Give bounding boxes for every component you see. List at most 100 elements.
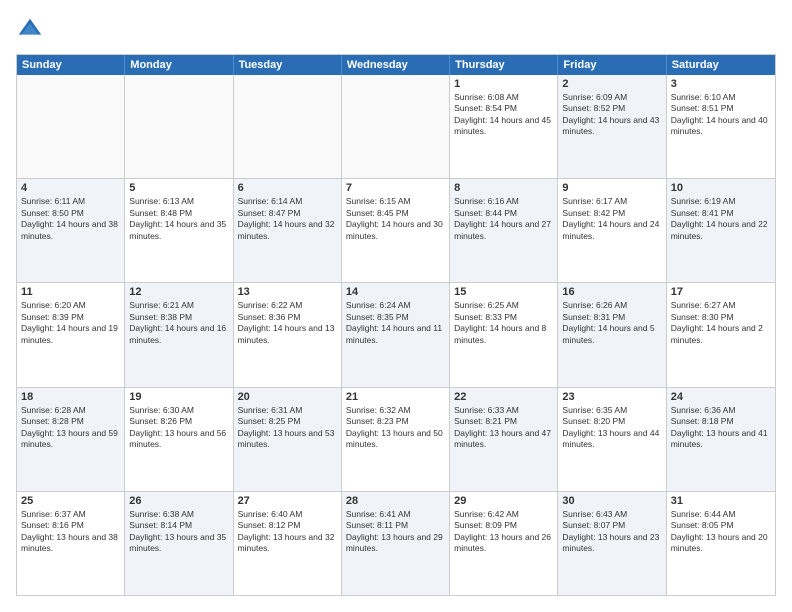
day-number: 23 [562,391,661,403]
cell-info: Sunrise: 6:44 AM Sunset: 8:05 PM Dayligh… [671,509,771,555]
calendar-cell: 7 Sunrise: 6:15 AM Sunset: 8:45 PM Daylig… [342,179,450,282]
calendar: SundayMondayTuesdayWednesdayThursdayFrid… [16,54,776,596]
day-number: 16 [562,286,661,298]
day-number: 4 [21,182,120,194]
day-number: 19 [129,391,228,403]
cell-info: Sunrise: 6:42 AM Sunset: 8:09 PM Dayligh… [454,509,553,555]
calendar-cell: 12 Sunrise: 6:21 AM Sunset: 8:38 PM Dayli… [125,283,233,386]
calendar-cell: 26Sunrise: 6:38 AM Sunset: 8:14 PM Dayli… [125,492,233,595]
calendar-cell: 20 Sunrise: 6:31 AM Sunset: 8:25 PM Dayli… [234,388,342,491]
cell-info: Sunrise: 6:37 AM Sunset: 8:16 PM Dayligh… [21,509,120,555]
calendar-cell: 8 Sunrise: 6:16 AM Sunset: 8:44 PM Daylig… [450,179,558,282]
day-number: 25 [21,495,120,507]
cell-info: Sunrise: 6:17 AM Sunset: 8:42 PM Dayligh… [562,196,661,242]
day-number: 20 [238,391,337,403]
calendar-cell: 6Sunrise: 6:14 AM Sunset: 8:47 PM Daylig… [234,179,342,282]
calendar-cell: 25 Sunrise: 6:37 AM Sunset: 8:16 PM Dayli… [17,492,125,595]
weekday-header-friday: Friday [558,55,666,75]
calendar-page: SundayMondayTuesdayWednesdayThursdayFrid… [0,0,792,612]
calendar-cell: 27Sunrise: 6:40 AM Sunset: 8:12 PM Dayli… [234,492,342,595]
day-number: 14 [346,286,445,298]
cell-info: Sunrise: 6:27 AM Sunset: 8:30 PM Dayligh… [671,300,771,346]
calendar-row-2: 4 Sunrise: 6:11 AM Sunset: 8:50 PM Daylig… [17,178,775,282]
day-number: 24 [671,391,771,403]
day-number: 22 [454,391,553,403]
cell-info: Sunrise: 6:41 AM Sunset: 8:11 PM Dayligh… [346,509,445,555]
day-number: 7 [346,182,445,194]
day-number: 26 [129,495,228,507]
calendar-cell: 29 Sunrise: 6:42 AM Sunset: 8:09 PM Dayli… [450,492,558,595]
calendar-row-3: 11 Sunrise: 6:20 AM Sunset: 8:39 PM Dayli… [17,282,775,386]
calendar-cell: 28Sunrise: 6:41 AM Sunset: 8:11 PM Dayli… [342,492,450,595]
calendar-cell: 14 Sunrise: 6:24 AM Sunset: 8:35 PM Dayli… [342,283,450,386]
calendar-body: 1Sunrise: 6:08 AM Sunset: 8:54 PM Daylig… [17,75,775,595]
calendar-cell: 15 Sunrise: 6:25 AM Sunset: 8:33 PM Dayli… [450,283,558,386]
cell-info: Sunrise: 6:15 AM Sunset: 8:45 PM Dayligh… [346,196,445,242]
weekday-header-sunday: Sunday [17,55,125,75]
day-number: 6 [238,182,337,194]
cell-info: Sunrise: 6:26 AM Sunset: 8:31 PM Dayligh… [562,300,661,346]
cell-info: Sunrise: 6:21 AM Sunset: 8:38 PM Dayligh… [129,300,228,346]
calendar-cell: 24 Sunrise: 6:36 AM Sunset: 8:18 PM Dayli… [667,388,775,491]
calendar-cell: 16 Sunrise: 6:26 AM Sunset: 8:31 PM Dayli… [558,283,666,386]
day-number: 30 [562,495,661,507]
day-number: 15 [454,286,553,298]
calendar-cell [342,75,450,178]
day-number: 21 [346,391,445,403]
calendar-header: SundayMondayTuesdayWednesdayThursdayFrid… [17,55,775,75]
cell-info: Sunrise: 6:28 AM Sunset: 8:28 PM Dayligh… [21,405,120,451]
logo [16,16,48,44]
day-number: 3 [671,78,771,90]
calendar-cell: 5Sunrise: 6:13 AM Sunset: 8:48 PM Daylig… [125,179,233,282]
cell-info: Sunrise: 6:40 AM Sunset: 8:12 PM Dayligh… [238,509,337,555]
cell-info: Sunrise: 6:22 AM Sunset: 8:36 PM Dayligh… [238,300,337,346]
calendar-cell: 1Sunrise: 6:08 AM Sunset: 8:54 PM Daylig… [450,75,558,178]
weekday-header-wednesday: Wednesday [342,55,450,75]
calendar-cell: 13Sunrise: 6:22 AM Sunset: 8:36 PM Dayli… [234,283,342,386]
cell-info: Sunrise: 6:43 AM Sunset: 8:07 PM Dayligh… [562,509,661,555]
calendar-cell: 4 Sunrise: 6:11 AM Sunset: 8:50 PM Daylig… [17,179,125,282]
cell-info: Sunrise: 6:32 AM Sunset: 8:23 PM Dayligh… [346,405,445,451]
calendar-row-1: 1Sunrise: 6:08 AM Sunset: 8:54 PM Daylig… [17,75,775,178]
cell-info: Sunrise: 6:20 AM Sunset: 8:39 PM Dayligh… [21,300,120,346]
calendar-cell: 9Sunrise: 6:17 AM Sunset: 8:42 PM Daylig… [558,179,666,282]
cell-info: Sunrise: 6:35 AM Sunset: 8:20 PM Dayligh… [562,405,661,451]
calendar-cell: 19Sunrise: 6:30 AM Sunset: 8:26 PM Dayli… [125,388,233,491]
day-number: 29 [454,495,553,507]
weekday-header-monday: Monday [125,55,233,75]
calendar-cell [125,75,233,178]
calendar-cell: 2Sunrise: 6:09 AM Sunset: 8:52 PM Daylig… [558,75,666,178]
calendar-cell: 23 Sunrise: 6:35 AM Sunset: 8:20 PM Dayli… [558,388,666,491]
cell-info: Sunrise: 6:25 AM Sunset: 8:33 PM Dayligh… [454,300,553,346]
day-number: 2 [562,78,661,90]
cell-info: Sunrise: 6:36 AM Sunset: 8:18 PM Dayligh… [671,405,771,451]
calendar-cell: 31 Sunrise: 6:44 AM Sunset: 8:05 PM Dayli… [667,492,775,595]
day-number: 5 [129,182,228,194]
cell-info: Sunrise: 6:16 AM Sunset: 8:44 PM Dayligh… [454,196,553,242]
calendar-cell: 21 Sunrise: 6:32 AM Sunset: 8:23 PM Dayli… [342,388,450,491]
cell-info: Sunrise: 6:33 AM Sunset: 8:21 PM Dayligh… [454,405,553,451]
header [16,16,776,44]
calendar-row-5: 25 Sunrise: 6:37 AM Sunset: 8:16 PM Dayli… [17,491,775,595]
weekday-header-thursday: Thursday [450,55,558,75]
cell-info: Sunrise: 6:24 AM Sunset: 8:35 PM Dayligh… [346,300,445,346]
cell-info: Sunrise: 6:10 AM Sunset: 8:51 PM Dayligh… [671,92,771,138]
cell-info: Sunrise: 6:11 AM Sunset: 8:50 PM Dayligh… [21,196,120,242]
calendar-row-4: 18 Sunrise: 6:28 AM Sunset: 8:28 PM Dayli… [17,387,775,491]
day-number: 31 [671,495,771,507]
calendar-cell: 22 Sunrise: 6:33 AM Sunset: 8:21 PM Dayli… [450,388,558,491]
day-number: 11 [21,286,120,298]
day-number: 18 [21,391,120,403]
cell-info: Sunrise: 6:31 AM Sunset: 8:25 PM Dayligh… [238,405,337,451]
weekday-header-tuesday: Tuesday [234,55,342,75]
day-number: 12 [129,286,228,298]
day-number: 10 [671,182,771,194]
calendar-cell: 11 Sunrise: 6:20 AM Sunset: 8:39 PM Dayli… [17,283,125,386]
weekday-header-saturday: Saturday [667,55,775,75]
day-number: 8 [454,182,553,194]
calendar-cell [234,75,342,178]
calendar-cell: 17Sunrise: 6:27 AM Sunset: 8:30 PM Dayli… [667,283,775,386]
calendar-cell: 30 Sunrise: 6:43 AM Sunset: 8:07 PM Dayli… [558,492,666,595]
calendar-cell: 10Sunrise: 6:19 AM Sunset: 8:41 PM Dayli… [667,179,775,282]
calendar-cell: 3 Sunrise: 6:10 AM Sunset: 8:51 PM Daylig… [667,75,775,178]
